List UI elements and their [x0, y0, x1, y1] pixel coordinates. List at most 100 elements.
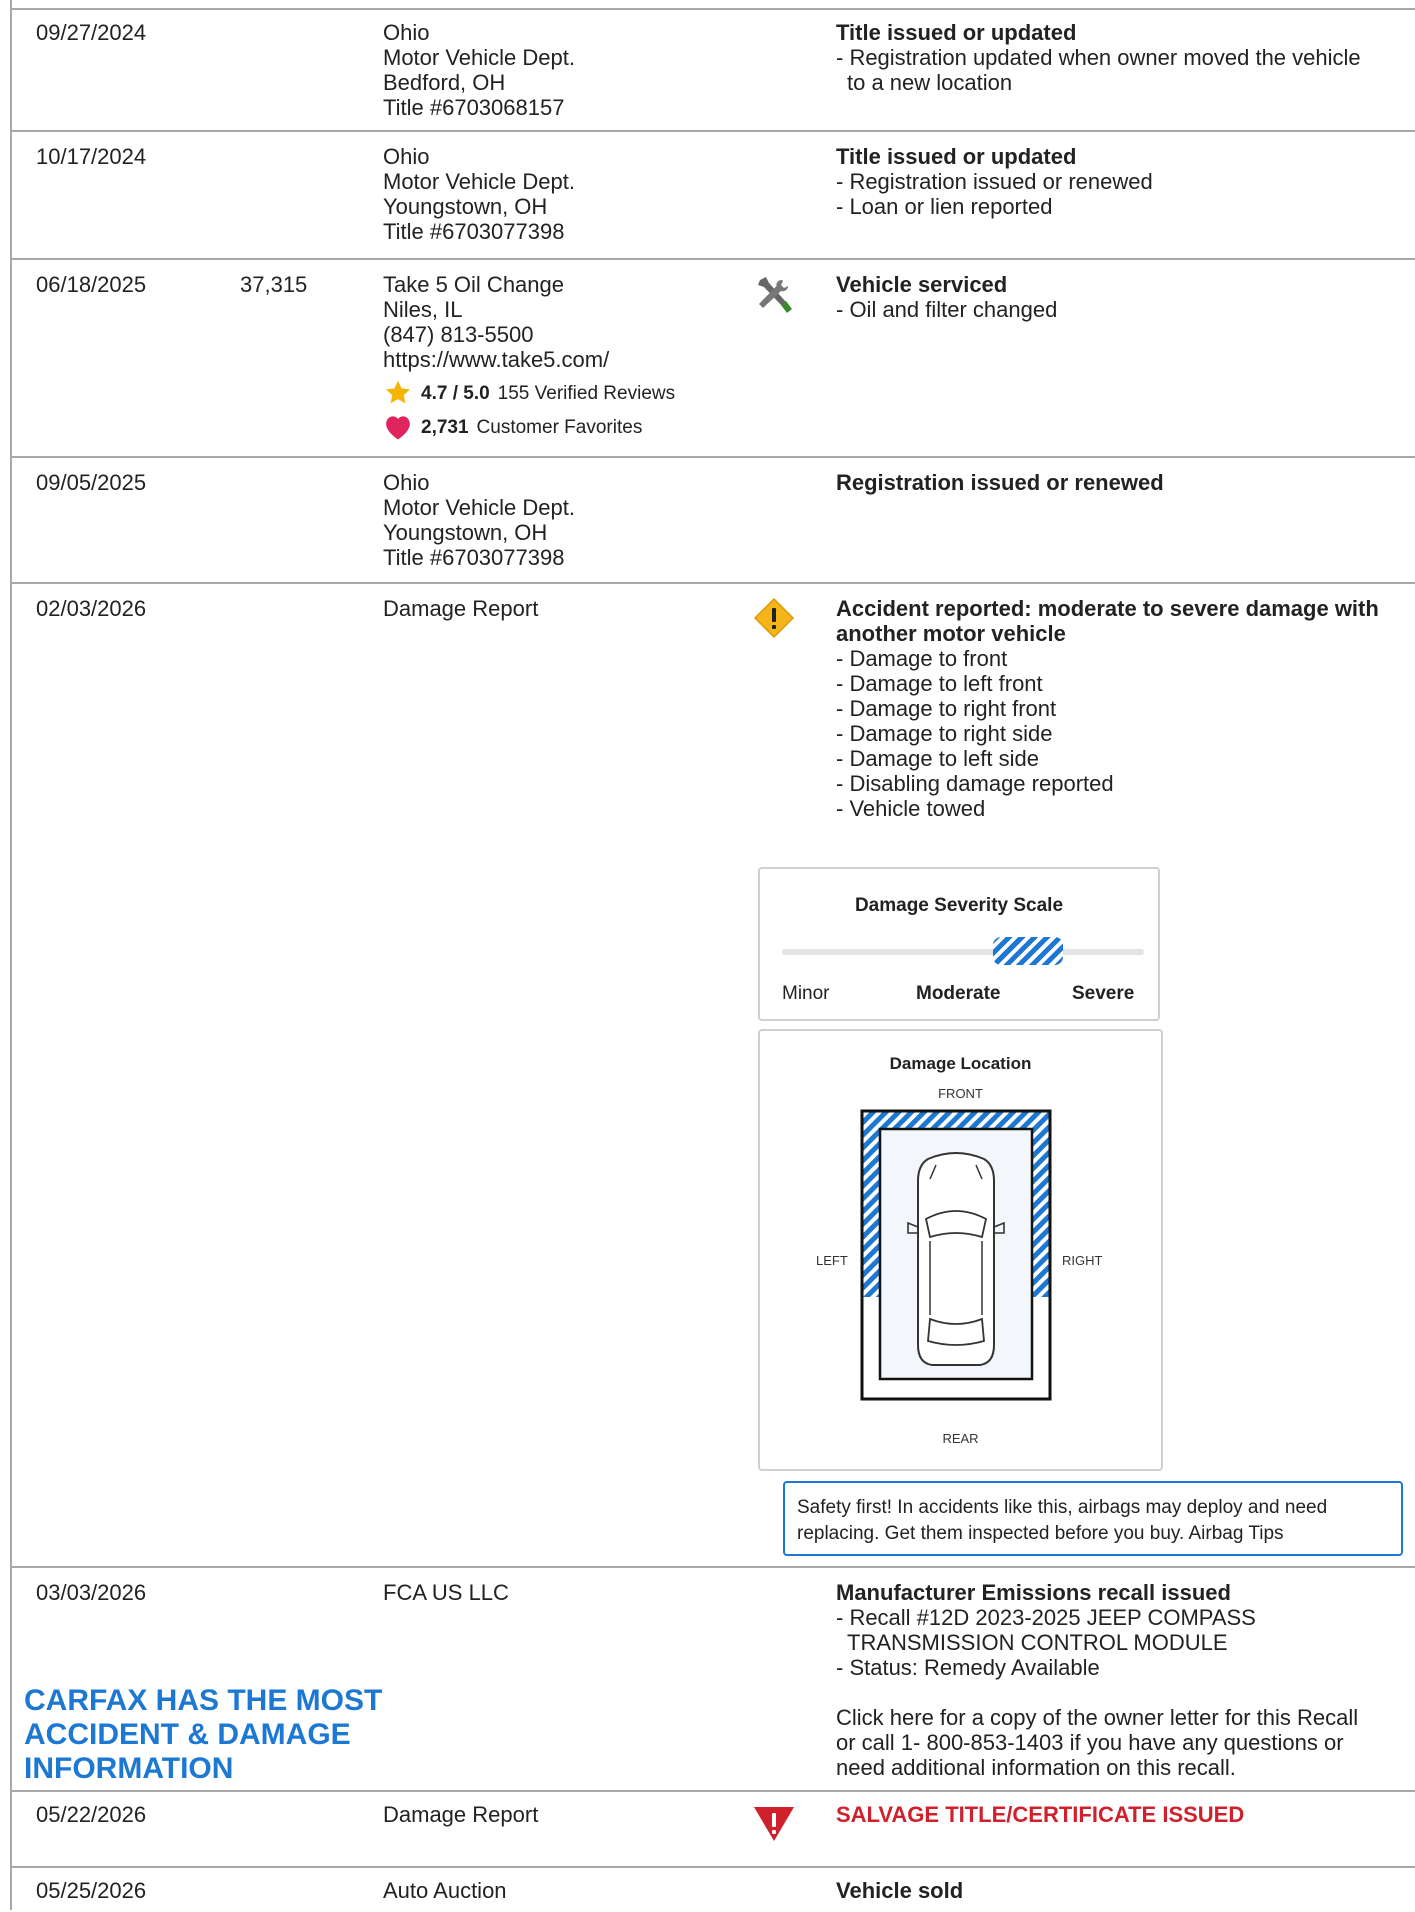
record-comments: Manufacturer Emissions recall issued - R…: [836, 1580, 1406, 1780]
source-line: Auto Auction: [383, 1878, 507, 1903]
salvage-warning-icon: [752, 1804, 812, 1849]
severity-label-moderate: Moderate: [916, 983, 1001, 1004]
warning-diamond-icon: [752, 596, 812, 645]
source-line: Title #6703077398: [383, 545, 565, 570]
comment-line: - Oil and filter changed: [836, 297, 1058, 322]
comment-title: Registration issued or renewed: [836, 470, 1164, 495]
severity-title: Damage Severity Scale: [854, 895, 1064, 916]
favorites-label: Customer Favorites: [476, 416, 643, 438]
damage-location-diagram: Damage Location FRONT REAR LEFT RIGHT: [758, 1029, 1163, 1471]
record-comments: Title issued or updated - Registration i…: [836, 144, 1406, 219]
comment-line: - Disabling damage reported: [836, 771, 1114, 796]
comment-line: - Damage to right side: [836, 721, 1053, 746]
source-line: Motor Vehicle Dept.: [383, 45, 575, 70]
wrench-screwdriver-icon: [752, 274, 812, 323]
comment-title: Title issued or updated: [836, 144, 1077, 169]
comment-line: - Damage to front: [836, 646, 1008, 671]
source-line: Title #6703077398: [383, 219, 565, 244]
record-odometer: 37,315: [240, 272, 308, 297]
source-line: Ohio: [383, 144, 430, 169]
note-line: or call 1- 800-853-1403 if you have any …: [836, 1730, 1344, 1755]
history-record-row: 02/03/2026 Damage Report Accident report…: [12, 582, 1415, 1785]
star-icon: [385, 380, 411, 404]
record-comments: Title issued or updated - Registration u…: [836, 20, 1406, 95]
rating-row[interactable]: 4.7 / 5.0 155 Verified Reviews: [383, 378, 743, 408]
record-source: Ohio Motor Vehicle Dept. Youngstown, OH …: [383, 470, 743, 570]
airbag-tip-box[interactable]: Safety first! In accidents like this, ai…: [783, 1481, 1403, 1556]
left-label: LEFT: [816, 1253, 848, 1268]
severity-track: [782, 949, 1144, 955]
source-line: Ohio: [383, 470, 430, 495]
recall-letter-link[interactable]: Click here for a copy of the owner lette…: [836, 1705, 1406, 1730]
comment-title: Manufacturer Emissions recall issued: [836, 1580, 1231, 1605]
comment-title: another motor vehicle: [836, 621, 1066, 646]
source-line: Youngstown, OH: [383, 194, 548, 219]
car-diagram: [860, 1109, 1052, 1401]
heart-icon: [386, 416, 410, 440]
comment-line: - Loan or lien reported: [836, 194, 1053, 219]
location-title: Damage Location: [889, 1054, 1032, 1073]
source-line: FCA US LLC: [383, 1580, 509, 1605]
comment-line: - Status: Remedy Available: [836, 1655, 1100, 1680]
record-source: Ohio Motor Vehicle Dept. Youngstown, OH …: [383, 144, 743, 244]
history-record-row: 10/17/2024 Ohio Motor Vehicle Dept. Youn…: [12, 130, 1415, 260]
record-date: 02/03/2026: [36, 596, 147, 621]
comment-line: to a new location: [847, 70, 1013, 95]
note-line: need additional information on this reca…: [836, 1755, 1236, 1780]
source-website-link[interactable]: https://www.take5.com/: [383, 347, 743, 372]
record-date: 10/17/2024: [36, 144, 147, 169]
comment-title: Vehicle serviced: [836, 272, 1008, 297]
record-date: 05/25/2026: [36, 1878, 147, 1903]
source-line: Niles, IL: [383, 297, 463, 322]
record-comments: Vehicle serviced - Oil and filter change…: [836, 272, 1406, 322]
tip-line: Safety first! In accidents like this, ai…: [797, 1497, 1328, 1518]
source-line: Damage Report: [383, 596, 539, 621]
comment-line: - Registration issued or renewed: [836, 169, 1153, 194]
record-date: 09/05/2025: [36, 470, 147, 495]
comment-line: - Vehicle towed: [836, 796, 986, 821]
comment-line: - Registration updated when owner moved …: [836, 45, 1361, 70]
record-source: Auto Auction: [383, 1878, 743, 1903]
record-date: 09/27/2024: [36, 20, 147, 45]
record-date: 03/03/2026: [36, 1580, 147, 1605]
record-source: Take 5 Oil Change Niles, IL (847) 813-55…: [383, 272, 743, 442]
comment-line: - Damage to left side: [836, 746, 1039, 771]
front-label: FRONT: [938, 1086, 983, 1101]
source-line: Ohio: [383, 20, 430, 45]
source-line: Take 5 Oil Change: [383, 272, 564, 297]
source-line: Motor Vehicle Dept.: [383, 495, 575, 520]
record-comments: Accident reported: moderate to severe da…: [836, 596, 1406, 821]
vehicle-history-table: 09/27/2024 Ohio Motor Vehicle Dept. Bedf…: [10, 0, 1415, 1910]
record-date: 06/18/2025: [36, 272, 147, 297]
damage-severity-scale: Damage Severity Scale Minor Moderate Sev…: [758, 867, 1160, 1021]
source-line: (847) 813-5500: [383, 322, 534, 347]
favorites-row[interactable]: 2,731 Customer Favorites: [383, 412, 743, 442]
severity-label-minor: Minor: [782, 983, 830, 1004]
history-record-row: 09/27/2024 Ohio Motor Vehicle Dept. Bedf…: [12, 8, 1415, 132]
record-date: 05/22/2026: [36, 1802, 147, 1827]
comment-title: Title issued or updated: [836, 20, 1077, 45]
comment-title: Accident reported: moderate to severe da…: [836, 596, 1379, 621]
right-label: RIGHT: [1062, 1253, 1103, 1268]
history-record-row: 03/03/2026 FCA US LLC Manufacturer Emiss…: [12, 1566, 1415, 1792]
comment-line: - Recall #12D 2023-2025 JEEP COMPASS: [836, 1605, 1256, 1630]
comment-line: TRANSMISSION CONTROL MODULE: [847, 1630, 1228, 1655]
history-record-row: 09/05/2025 Ohio Motor Vehicle Dept. Youn…: [12, 456, 1415, 584]
favorites-count: 2,731: [421, 416, 469, 438]
history-record-row: 06/18/2025 37,315 Take 5 Oil Change Nile…: [12, 258, 1415, 458]
review-count: 155 Verified Reviews: [497, 382, 676, 404]
severity-indicator: [993, 937, 1063, 965]
comment-title: Vehicle sold: [836, 1878, 964, 1903]
record-comments: SALVAGE TITLE/CERTIFICATE ISSUED: [836, 1802, 1406, 1827]
record-source: Ohio Motor Vehicle Dept. Bedford, OH Tit…: [383, 20, 743, 120]
rear-label: REAR: [942, 1431, 979, 1446]
source-line: Motor Vehicle Dept.: [383, 169, 575, 194]
record-comments: Registration issued or renewed: [836, 470, 1406, 495]
history-record-row: 05/25/2026 Auto Auction Vehicle sold: [12, 1866, 1415, 1912]
source-line: Bedford, OH: [383, 70, 506, 95]
source-line: Damage Report: [383, 1802, 539, 1827]
rating-value: 4.7 / 5.0: [421, 382, 490, 404]
history-record-row: 05/22/2026 Damage Report SALVAGE TITLE/C…: [12, 1790, 1415, 1868]
record-source: Damage Report: [383, 596, 743, 621]
record-source: Damage Report: [383, 1802, 743, 1827]
